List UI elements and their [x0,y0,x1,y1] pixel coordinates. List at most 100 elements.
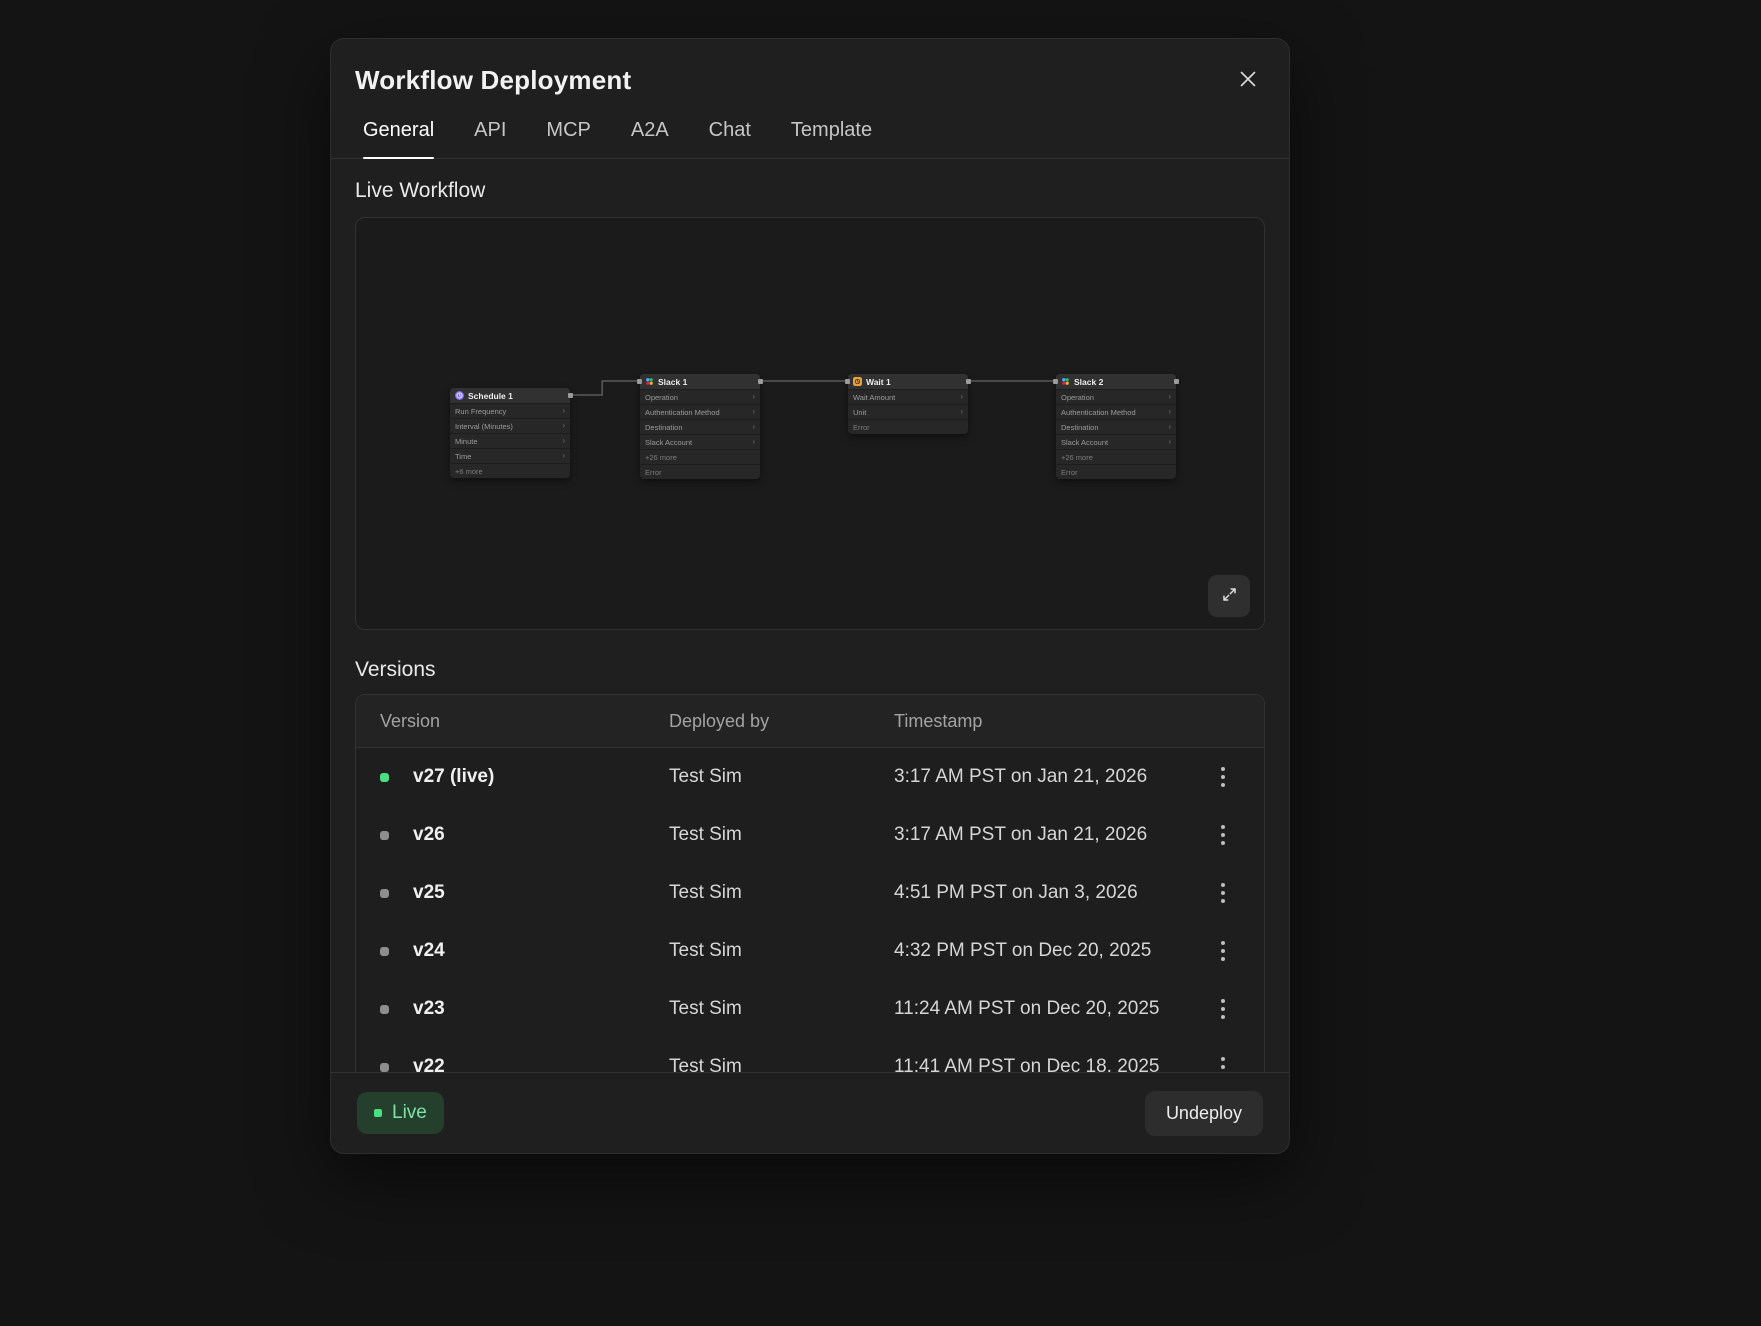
chevron-right-icon: › [752,438,755,446]
status-dot [380,889,389,898]
version-label: v22 [413,1056,445,1072]
deployed-by: Test Sim [669,1056,894,1072]
node-field[interactable]: Authentication Method› [1056,404,1176,419]
node-output-port [1174,379,1179,384]
deployed-by: Test Sim [669,824,894,846]
node-field[interactable]: Slack Account› [1056,434,1176,449]
slack-icon [1061,377,1070,386]
row-menu-button[interactable] [1206,1050,1240,1072]
workflow-node[interactable]: Wait 1 Wait Amount›Unit›Error [848,374,968,434]
node-field[interactable]: Minute› [450,433,570,448]
deployed-by: Test Sim [669,998,894,1020]
node-header[interactable]: Wait 1 [848,374,968,389]
workflow-node[interactable]: Slack 2 Operation›Authentication Method›D… [1056,374,1176,479]
node-field[interactable]: Operation› [1056,389,1176,404]
expand-canvas-button[interactable] [1208,575,1250,617]
deployed-by: Test Sim [669,940,894,962]
node-input-port [845,379,850,384]
dialog-header: Workflow Deployment GeneralAPIMCPA2AChat… [331,39,1289,159]
chevron-right-icon: › [752,393,755,401]
row-menu-button[interactable] [1206,760,1240,794]
row-menu-button[interactable] [1206,818,1240,852]
column-version: Version [380,711,669,732]
node-field[interactable]: Operation› [640,389,760,404]
node-field[interactable]: Run Frequency› [450,403,570,418]
expand-icon [1221,586,1238,606]
node-field[interactable]: Error [848,419,968,434]
chevron-right-icon: › [960,408,963,416]
node-field[interactable]: Destination› [1056,419,1176,434]
workflow-node[interactable]: Slack 1 Operation›Authentication Method›D… [640,374,760,479]
node-field[interactable]: Error [640,464,760,479]
chevron-right-icon: › [1168,408,1171,416]
tab-chat[interactable]: Chat [709,119,751,158]
versions-heading: Versions [355,658,1265,682]
node-field[interactable]: Error [1056,464,1176,479]
status-badge-label: Live [392,1102,427,1124]
tab-mcp[interactable]: MCP [546,119,590,158]
column-deployed-by: Deployed by [669,711,894,732]
table-row[interactable]: v25Test Sim4:51 PM PST on Jan 3, 2026 [356,864,1264,922]
table-row[interactable]: v22 Test Sim11:41 AM PST on Dec 18, 2025 [356,1038,1264,1072]
row-menu-button[interactable] [1206,876,1240,910]
tab-template[interactable]: Template [791,119,872,158]
node-input-port [637,379,642,384]
table-row[interactable]: v23Test Sim11:24 AM PST on Dec 20, 2025 [356,980,1264,1038]
workflow-node[interactable]: Schedule 1 Run Frequency›Interval (Minute… [450,388,570,478]
status-dot [380,831,389,840]
workflow-canvas[interactable]: Schedule 1 Run Frequency›Interval (Minute… [355,217,1265,630]
node-field[interactable]: +26 more [640,449,760,464]
node-field[interactable]: Unit› [848,404,968,419]
table-header-row: Version Deployed by Timestamp [356,695,1264,748]
chevron-right-icon: › [960,393,963,401]
chevron-right-icon: › [562,422,565,430]
close-button[interactable] [1231,63,1265,97]
node-field[interactable]: Time› [450,448,570,463]
deployed-by: Test Sim [669,766,894,788]
node-field[interactable]: Authentication Method› [640,404,760,419]
version-label: v26 [413,824,445,846]
status-dot [380,1005,389,1014]
timestamp: 11:41 AM PST on Dec 18, 2025 [894,1056,1184,1072]
table-row[interactable]: v27 (live)Test Sim3:17 AM PST on Jan 21,… [356,748,1264,806]
node-field[interactable]: +26 more [1056,449,1176,464]
timestamp: 4:51 PM PST on Jan 3, 2026 [894,882,1184,904]
node-title: Slack 1 [658,377,687,387]
node-field[interactable]: Destination› [640,419,760,434]
version-label: v23 [413,998,445,1020]
node-output-port [758,379,763,384]
row-menu-button[interactable] [1206,992,1240,1026]
undeploy-button[interactable]: Undeploy [1145,1091,1263,1136]
kebab-menu-icon [1221,765,1225,789]
kebab-menu-icon [1221,1055,1225,1072]
timestamp: 3:17 AM PST on Jan 21, 2026 [894,824,1184,846]
node-title: Schedule 1 [468,391,513,401]
table-row[interactable]: v24Test Sim4:32 PM PST on Dec 20, 2025 [356,922,1264,980]
kebab-menu-icon [1221,881,1225,905]
dialog-content: Live Workflow Schedule 1Run Frequency›In… [331,159,1289,1072]
versions-body: v27 (live)Test Sim3:17 AM PST on Jan 21,… [356,748,1264,1072]
node-field[interactable]: Interval (Minutes)› [450,418,570,433]
live-status-dot [374,1109,382,1117]
node-header[interactable]: Slack 2 [1056,374,1176,389]
node-title: Slack 2 [1074,377,1103,387]
chevron-right-icon: › [1168,393,1171,401]
chevron-right-icon: › [562,452,565,460]
row-menu-button[interactable] [1206,934,1240,968]
node-input-port [1053,379,1058,384]
node-field[interactable]: Slack Account› [640,434,760,449]
tab-a2a[interactable]: A2A [631,119,669,158]
table-row[interactable]: v26 Test Sim3:17 AM PST on Jan 21, 2026 [356,806,1264,864]
wait-icon [853,377,862,386]
status-dot [380,947,389,956]
chevron-right-icon: › [1168,423,1171,431]
node-field[interactable]: +6 more [450,463,570,478]
deployed-by: Test Sim [669,882,894,904]
node-header[interactable]: Slack 1 [640,374,760,389]
node-header[interactable]: Schedule 1 [450,388,570,403]
node-title: Wait 1 [866,377,891,387]
tab-api[interactable]: API [474,119,506,158]
tab-general[interactable]: General [363,119,434,158]
chevron-right-icon: › [562,437,565,445]
node-field[interactable]: Wait Amount› [848,389,968,404]
